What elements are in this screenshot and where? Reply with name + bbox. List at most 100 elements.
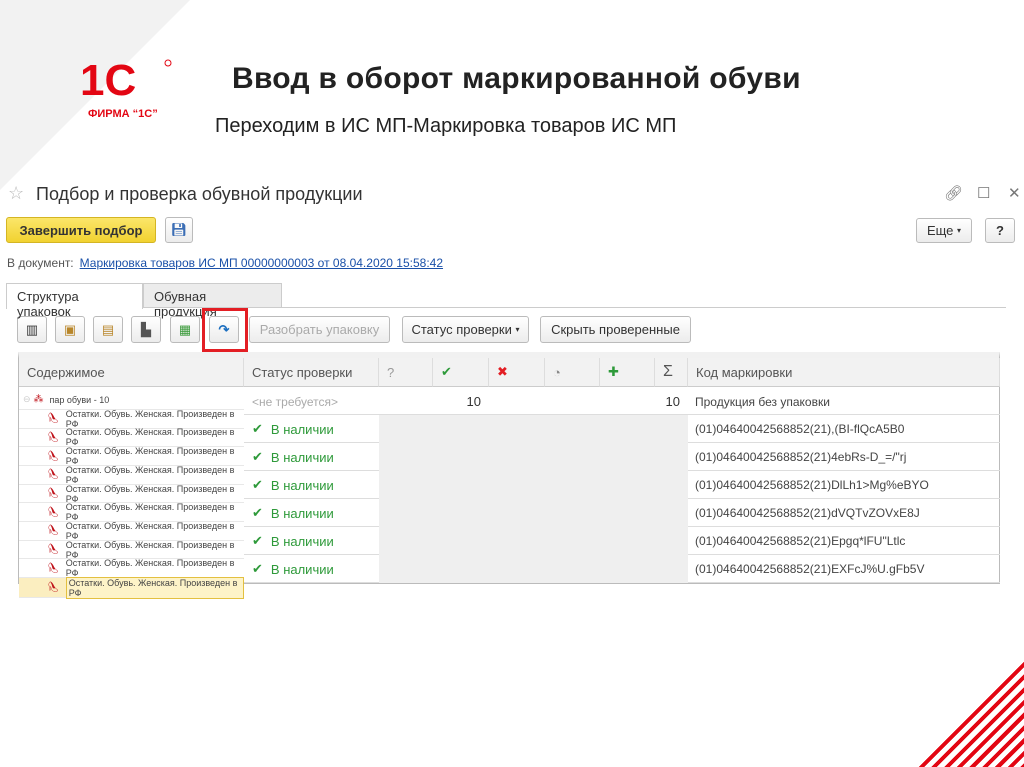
decor-stripes — [914, 657, 1024, 767]
more-button[interactable]: Еще ▾ — [916, 218, 972, 243]
status-cell: ✔ В наличии — [244, 555, 379, 583]
tree-item-row[interactable]: 👠︎ Остатки. Обувь. Женская. Произведен в … — [19, 539, 244, 560]
window-title: Подбор и проверка обувной продукции — [36, 184, 363, 204]
shoe-icon: 👠︎ — [47, 488, 60, 500]
shoe-icon: 👠︎ — [47, 450, 60, 462]
table-row[interactable]: ✔ В наличии (01)04640042568852(21)4ebRs-D… — [244, 443, 1000, 471]
status-text: В наличии — [270, 505, 334, 521]
scanner-icon[interactable]: ▙ — [131, 316, 161, 343]
maximize-icon[interactable]: ☐ — [977, 184, 990, 202]
status-cell: ✔ В наличии — [244, 415, 379, 443]
shoe-icon: 👠︎ — [47, 562, 60, 574]
col-partial-icon[interactable]: ◔ — [545, 358, 600, 387]
item-label: Остатки. Обувь. Женская. Произведен в РФ — [65, 502, 235, 523]
tree-item-row[interactable]: 👠︎ Остатки. Обувь. Женская. Произведен в … — [19, 484, 244, 504]
code-cell: (01)04640042568852(21)dVQTvZOVxE8J — [695, 506, 920, 520]
col-ok-icon[interactable]: ✔ — [433, 358, 489, 387]
tree-item-row[interactable]: 👠︎ Остатки. Обувь. Женская. Произведен в … — [19, 558, 244, 579]
table-row[interactable]: ✔ В наличии (01)04640042568852(21)EXFcJ%U… — [244, 555, 1000, 583]
shoe-icon: 👠︎ — [47, 431, 60, 443]
status-text: В наличии — [270, 421, 334, 437]
logo-1c: 1C ФИРМА “1С” — [80, 55, 175, 125]
slide-title: Ввод в оборот маркированной обуви — [232, 62, 801, 95]
col-content[interactable]: Содержимое — [19, 358, 244, 387]
close-icon[interactable]: ✕ — [1008, 184, 1021, 202]
tree-item-row[interactable]: 👠︎ Остатки. Обувь. Женская. Произведен в … — [19, 408, 244, 429]
table-row[interactable]: <не требуется> 10 10 Продукция без упако… — [244, 388, 1000, 415]
svg-text:1C: 1C — [80, 56, 136, 105]
ok-count: 10 — [466, 394, 481, 409]
tab-divider — [6, 307, 1006, 308]
shoe-icon: 👠︎ — [47, 544, 60, 556]
col-unknown[interactable]: ? — [379, 358, 433, 387]
sum-count: 10 — [665, 394, 680, 409]
tree-item-row[interactable]: 👠︎ Остатки. Обувь. Женская. Произведен в … — [19, 520, 244, 541]
col-code[interactable]: Код маркировки — [688, 358, 1000, 387]
code-cell: Продукция без упаковки — [695, 395, 830, 409]
document-link[interactable]: Маркировка товаров ИС МП 00000000003 от … — [80, 256, 443, 270]
status-text: В наличии — [270, 449, 334, 465]
item-label: Остатки. Обувь. Женская. Произведен в РФ — [65, 464, 235, 485]
tree-item-row[interactable]: 👠︎ Остатки. Обувь. Женская. Произведен в … — [19, 446, 244, 466]
check-icon: ✔ — [252, 477, 263, 492]
highlight-box — [202, 308, 248, 352]
item-label: Остатки. Обувь. Женская. Произведен в РФ — [65, 520, 235, 541]
col-status[interactable]: Статус проверки — [244, 358, 379, 387]
table-row[interactable]: ✔ В наличии (01)04640042568852(21)dVQTvZO… — [244, 499, 1000, 527]
tree-item-row[interactable]: 👠︎ Остатки. Обувь. Женская. Произведен в … — [19, 576, 244, 599]
check-status-dropdown[interactable]: Статус проверки ▾ — [402, 316, 529, 343]
item-label: Остатки. Обувь. Женская. Произведен в РФ — [65, 576, 244, 599]
table-row[interactable]: ✔ В наличии (01)04640042568852(21)Epgq*lF… — [244, 527, 1000, 555]
check-status-label: Статус проверки — [411, 322, 512, 337]
count-cells — [379, 527, 688, 555]
count-cells — [379, 555, 688, 583]
check-icon: ✔ — [252, 561, 263, 576]
barcode-search-icon[interactable]: ▥ — [17, 316, 47, 343]
status-cell: ✔ В наличии — [244, 443, 379, 471]
collapse-icon[interactable]: ⊖ — [23, 394, 31, 405]
table-row[interactable]: ✔ В наличии (01)04640042568852(21)DlLh1>M… — [244, 471, 1000, 499]
item-label: Остатки. Обувь. Женская. Произведен в РФ — [65, 539, 235, 560]
count-cells — [379, 443, 688, 471]
status-cell: ✔ В наличии — [244, 527, 379, 555]
item-label: Остатки. Обувь. Женская. Произведен в РФ — [65, 408, 235, 429]
tree-item-row[interactable]: 👠︎ Остатки. Обувь. Женская. Произведен в … — [19, 502, 244, 523]
svg-text:ФИРМА “1С”: ФИРМА “1С” — [88, 108, 158, 120]
count-cells — [379, 415, 688, 443]
col-error-icon[interactable]: ✖ — [489, 358, 545, 387]
code-cell: (01)04640042568852(21)EXFcJ%U.gFb5V — [695, 562, 925, 576]
star-icon[interactable]: ☆ — [8, 183, 24, 204]
status-text: В наличии — [270, 561, 334, 577]
col-plus-icon[interactable]: ✚ — [600, 358, 655, 387]
code-cell: (01)04640042568852(21),(BI-flQcA5B0 — [695, 422, 905, 436]
tree-group-row[interactable]: ⊖ ⁂ пар обуви - 10 — [19, 391, 244, 410]
item-label: Остатки. Обувь. Женская. Произведен в РФ — [65, 558, 235, 579]
add-package-icon[interactable]: ▣ — [55, 316, 85, 343]
check-icon: ✔ — [252, 449, 263, 464]
link-icon[interactable]: 🔗︎ — [944, 184, 963, 202]
hide-checked-button[interactable]: Скрыть проверенные — [540, 316, 691, 343]
slide-subtitle: Переходим в ИС МП-Маркировка товаров ИС … — [215, 115, 677, 137]
finish-selection-button[interactable]: Завершить подбор — [6, 217, 156, 243]
tab-package-structure[interactable]: Структура упаковок — [6, 283, 143, 319]
unpack-button[interactable]: Разобрать упаковку — [249, 316, 390, 343]
package-barcode-icon[interactable]: ▤ — [93, 316, 123, 343]
help-button[interactable]: ? — [985, 218, 1015, 243]
shoe-icon: 👠︎ — [47, 469, 60, 481]
tree-item-row[interactable]: 👠︎ Остатки. Обувь. Женская. Произведен в … — [19, 464, 244, 485]
shoe-icon: 👠︎ — [47, 525, 60, 537]
code-cell: (01)04640042568852(21)4ebRs-D_=/"rj — [695, 450, 907, 464]
col-sum-icon[interactable]: Σ — [655, 358, 688, 387]
save-icon[interactable]: 💾︎ — [165, 217, 193, 243]
status-cell: <не требуется> — [252, 395, 338, 409]
status-cell: ✔ В наличии — [244, 499, 379, 527]
shoe-icon: 👠︎ — [47, 506, 60, 518]
tab-shoe-products[interactable]: Обувная продукция — [143, 283, 282, 319]
status-text: В наличии — [270, 477, 334, 493]
load-table-icon[interactable]: ▦ — [170, 316, 200, 343]
check-icon: ✔ — [252, 421, 263, 436]
table-row[interactable]: ✔ В наличии (01)04640042568852(21),(BI-fl… — [244, 415, 1000, 443]
tree-item-row[interactable]: 👠︎ Остатки. Обувь. Женская. Произведен в … — [19, 427, 244, 448]
document-line: В документ: Маркировка товаров ИС МП 0000… — [7, 256, 443, 270]
item-label: Остатки. Обувь. Женская. Произведен в РФ — [65, 427, 235, 448]
